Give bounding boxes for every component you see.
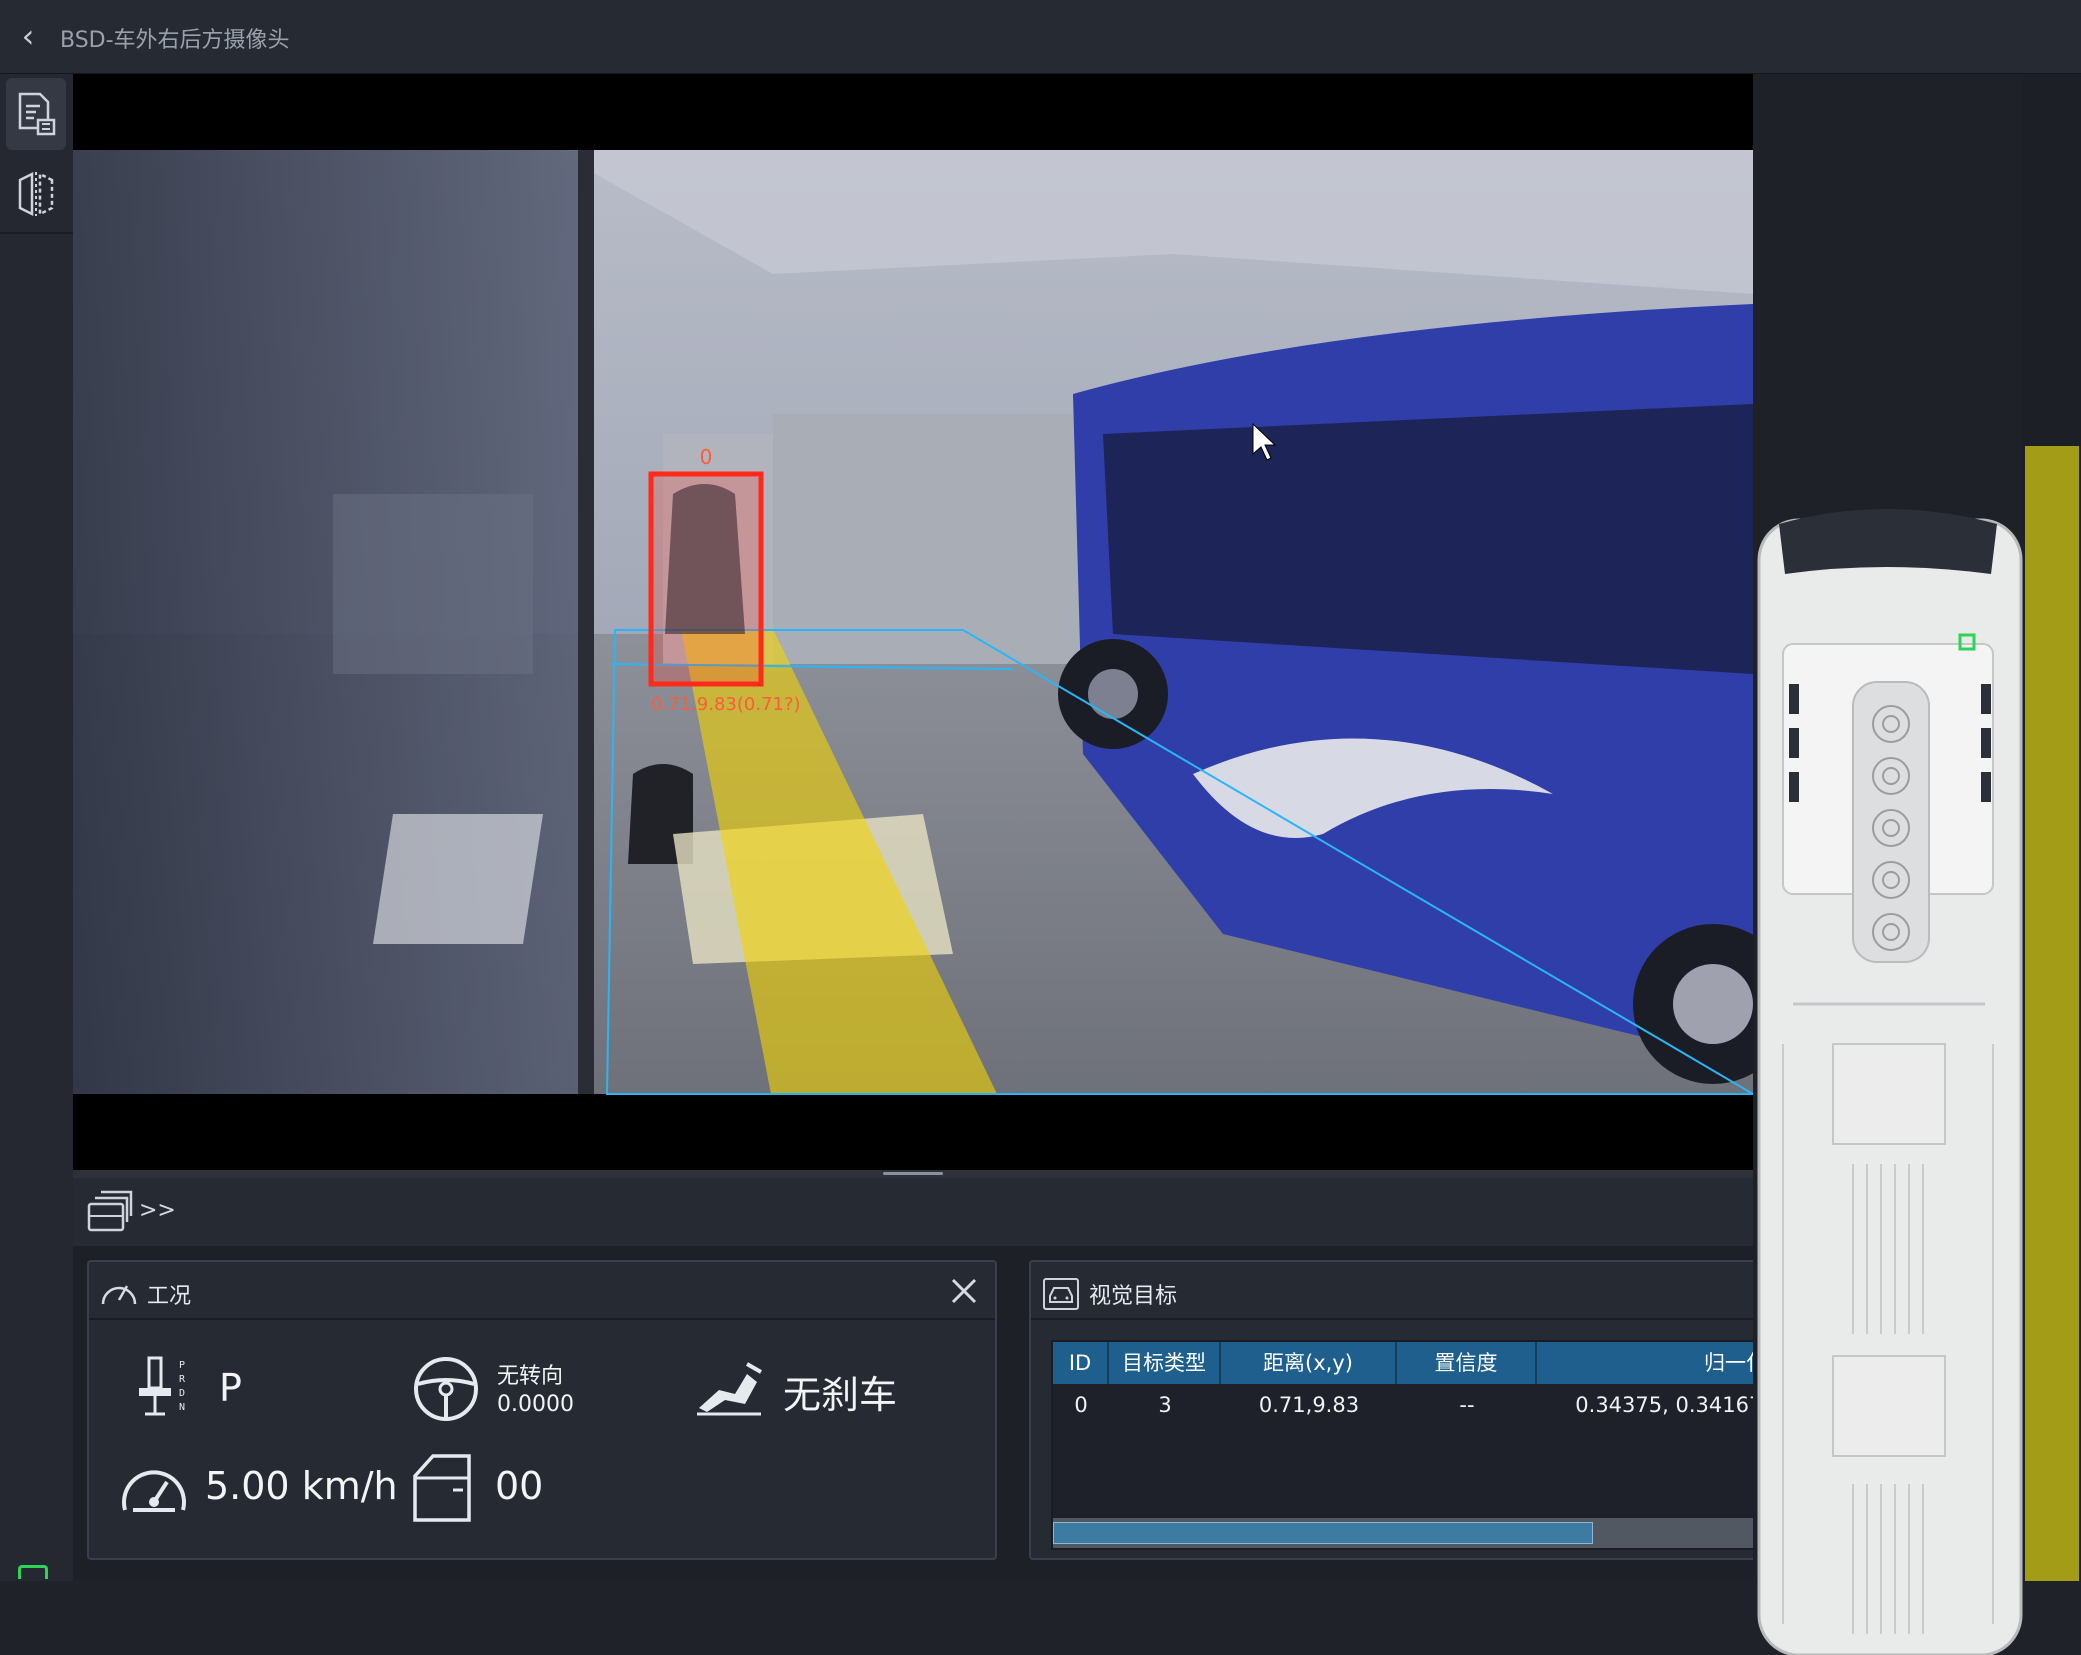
- splitter[interactable]: [73, 1170, 1753, 1178]
- cell-distance: 0.71,9.83: [1258, 1393, 1360, 1417]
- close-icon[interactable]: [945, 1272, 983, 1310]
- divider: [0, 232, 73, 234]
- status-panel: 工况 P R D N P 无转向 0.0000 无刹车 5.00 km/h 00: [87, 1260, 997, 1560]
- page-title: BSD-车外右后方摄像头: [60, 28, 290, 53]
- column-header[interactable]: 归一化: [1537, 1342, 1753, 1384]
- panel-title: 工况: [147, 1284, 192, 1309]
- column-header[interactable]: ID: [1053, 1342, 1109, 1384]
- camera-view[interactable]: 0 0.71,9.83(0.71?): [73, 74, 1753, 1170]
- export-button[interactable]: [6, 78, 66, 150]
- cell-id: 0: [1074, 1393, 1088, 1417]
- expand-button[interactable]: >>: [139, 1198, 176, 1223]
- steering-value: 0.0000: [497, 1392, 574, 1417]
- column-header[interactable]: 距离(x,y): [1221, 1342, 1397, 1384]
- table-header: ID 目标类型 距离(x,y) 置信度 归一化: [1053, 1342, 1753, 1384]
- speed-value: 5.00 km/h: [205, 1464, 398, 1508]
- chevron-left-icon: ‹: [21, 17, 35, 55]
- svg-text:N: N: [179, 1402, 185, 1413]
- layers-icon[interactable]: [83, 1186, 135, 1238]
- mirror-button[interactable]: [6, 158, 66, 230]
- cell-type: 3: [1158, 1393, 1172, 1417]
- splitter-handle[interactable]: [883, 1172, 943, 1175]
- speedometer-icon: [122, 1470, 186, 1512]
- vision-targets-panel: 视觉目标 ID 目标类型 距离(x,y) 置信度 归一化 0 3 0.71,9.…: [1029, 1260, 1753, 1560]
- dock-toolbar: >>: [73, 1178, 1753, 1246]
- steering-wheel-icon: [414, 1357, 478, 1421]
- detection-distance: 0.71,9.83(0.71?): [651, 694, 801, 715]
- vision-targets-table[interactable]: ID 目标类型 距离(x,y) 置信度 归一化 0 3 0.71,9.83 --…: [1051, 1340, 1753, 1550]
- panel-header: 工况: [89, 1262, 995, 1320]
- cell-normalized: 0.34375, 0.34167,: [1575, 1393, 1753, 1417]
- bus-top-view: [1757, 509, 2023, 1655]
- column-header[interactable]: 置信度: [1397, 1342, 1537, 1384]
- level-bar: [2023, 74, 2081, 1581]
- mirror-compare-icon: [18, 171, 54, 217]
- detection-id: 0: [700, 445, 713, 469]
- door-value: 00: [495, 1464, 544, 1508]
- column-header[interactable]: 目标类型: [1109, 1342, 1221, 1384]
- gear-shift-icon: P R D N: [139, 1356, 186, 1416]
- horizontal-scrollbar[interactable]: [1053, 1518, 1753, 1548]
- steering-label: 无转向: [497, 1364, 564, 1389]
- door-icon: [413, 1454, 471, 1522]
- document-export-icon: [18, 92, 56, 136]
- panel-title: 视觉目标: [1089, 1284, 1178, 1309]
- svg-text:P: P: [179, 1360, 185, 1371]
- svg-text:R: R: [179, 1374, 186, 1385]
- cell-confidence: --: [1459, 1393, 1475, 1417]
- vehicle-status-panel: [1753, 74, 2023, 1655]
- scrollbar-thumb[interactable]: [1053, 1522, 1593, 1544]
- brake-status: 无刹车: [783, 1373, 898, 1417]
- camera-frame: 0 0.71,9.83(0.71?): [73, 74, 1753, 1170]
- title-bar: ‹ BSD-车外右后方摄像头: [0, 0, 2081, 74]
- bottom-dock: >> 工况 P R D N P 无转向 0.0000 无刹车 5.00 km/h…: [73, 1178, 1753, 1581]
- gauge-icon: [101, 1285, 137, 1305]
- status-indicator: [18, 1565, 48, 1579]
- brake-pedal-icon: [697, 1362, 762, 1416]
- left-toolbar: [0, 74, 73, 1581]
- level-bar-fill: [2025, 446, 2079, 1581]
- vehicle-target-icon: [1043, 1278, 1079, 1310]
- panel-header: 视觉目标: [1031, 1262, 1753, 1320]
- back-button[interactable]: ‹: [10, 18, 46, 54]
- gear-value: P: [219, 1366, 242, 1410]
- svg-text:D: D: [179, 1388, 185, 1399]
